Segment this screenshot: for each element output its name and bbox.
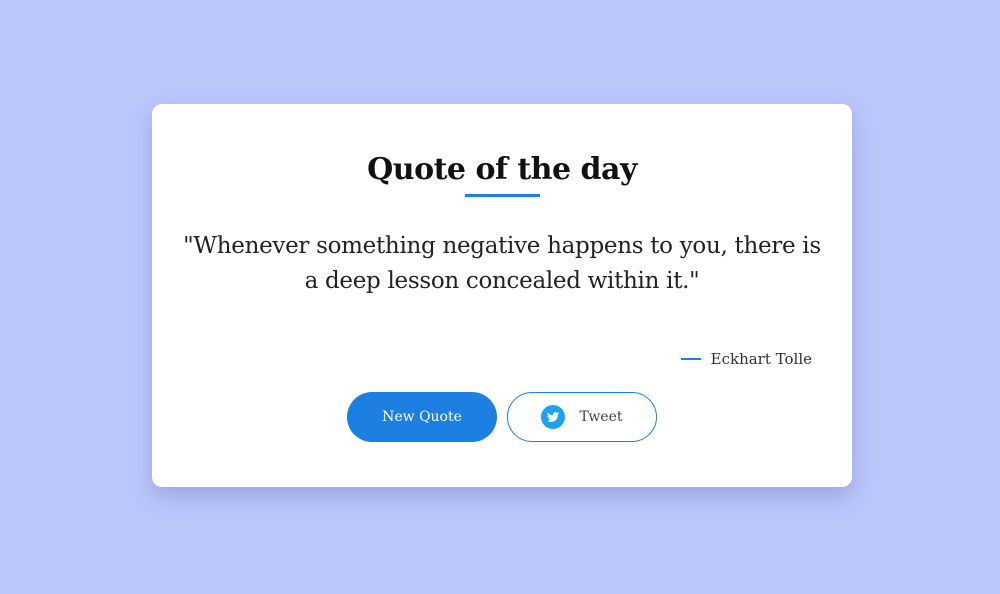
tweet-button[interactable]: Tweet	[507, 392, 657, 442]
author-dash	[680, 358, 701, 360]
title-underline	[465, 194, 540, 197]
button-group: New Quote Tweet	[347, 392, 657, 442]
new-quote-button[interactable]: New Quote	[347, 392, 497, 442]
quote-card: Quote of the day "Whenever something neg…	[152, 104, 852, 487]
twitter-icon	[541, 405, 566, 429]
tweet-label: Tweet	[579, 409, 623, 425]
quote-text: "Whenever something negative happens to …	[183, 233, 821, 294]
new-quote-label: New Quote	[382, 409, 462, 425]
card-title: Quote of the day	[367, 152, 637, 187]
author-line: Eckhart Tolle	[680, 347, 812, 371]
author-name: Eckhart Tolle	[710, 350, 812, 368]
